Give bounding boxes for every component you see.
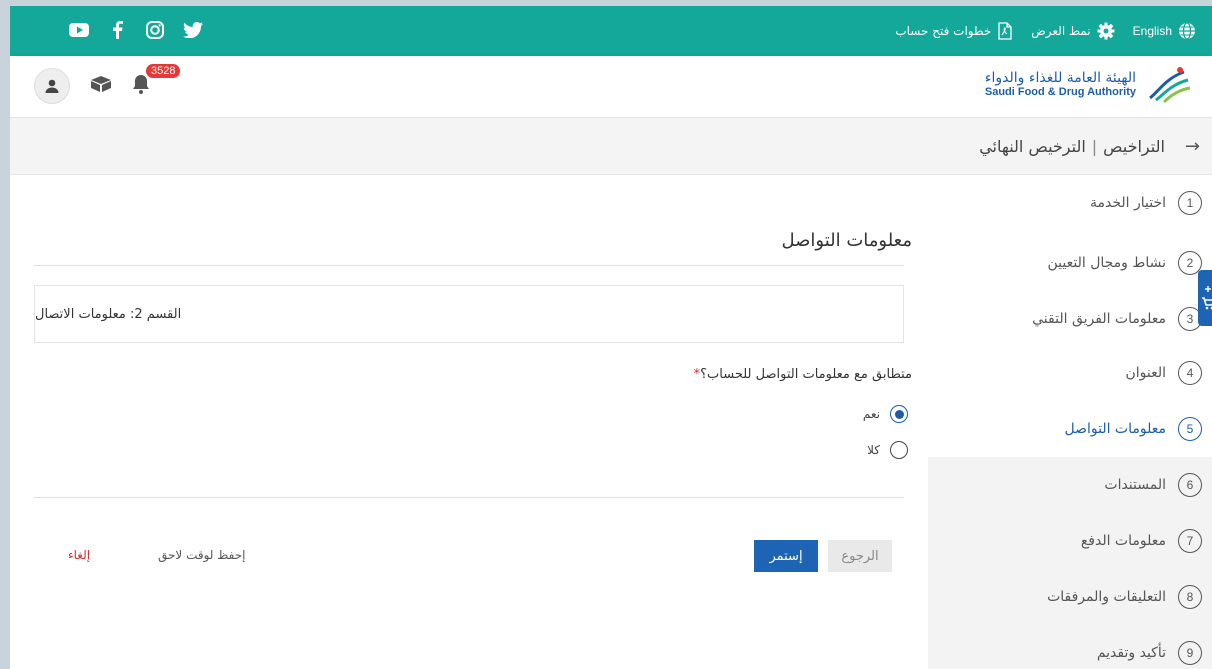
facebook-icon[interactable] — [106, 19, 128, 41]
sfda-logo[interactable]: الهيئة العامة للغذاء والدواء Saudi Food … — [985, 64, 1194, 104]
breadcrumb: → التراخيص | الترخيص النهائي — [979, 118, 1200, 175]
step-number: 1 — [1178, 191, 1202, 215]
step-label: اختيار الخدمة — [1089, 195, 1166, 211]
social-links — [68, 19, 204, 41]
step-number: 4 — [1178, 361, 1202, 385]
cart-floating-button[interactable] — [1198, 270, 1212, 326]
step-label: المستندات — [1104, 477, 1166, 493]
step-2[interactable]: 2 نشاط ومجال التعيين — [928, 235, 1212, 291]
step-label: معلومات الدفع — [1080, 533, 1166, 549]
gear-icon — [1097, 22, 1115, 40]
radio-yes-label: نعم — [862, 407, 880, 421]
bell-icon[interactable] — [132, 74, 150, 98]
logo-mark — [1149, 67, 1191, 104]
radio-no-label: كلا — [867, 443, 880, 457]
divider — [34, 497, 904, 498]
top-bar: English نمط العرض خطوات فتح حساب — [10, 6, 1212, 56]
radio-no[interactable]: كلا — [867, 441, 908, 459]
language-label: English — [1132, 24, 1172, 38]
step-label: نشاط ومجال التعيين — [1047, 255, 1166, 271]
radio-no-circle[interactable] — [890, 441, 908, 459]
pdf-icon — [998, 22, 1012, 40]
step-8[interactable]: 8 التعليقات والمرفقات — [928, 569, 1212, 625]
step-1[interactable]: 1 اختيار الخدمة — [928, 175, 1212, 231]
logo-arabic: الهيئة العامة للغذاء والدواء — [984, 70, 1136, 86]
header-icons: 3528 — [34, 64, 181, 104]
step-4[interactable]: 4 العنوان — [928, 345, 1212, 401]
account-steps-label: خطوات فتح حساب — [895, 24, 992, 38]
step-label: التعليقات والمرفقات — [1047, 589, 1166, 605]
user-avatar[interactable] — [34, 68, 70, 104]
top-links: English نمط العرض خطوات فتح حساب — [895, 6, 1196, 56]
section-header: القسم 2: معلومات الاتصال — [34, 285, 904, 343]
twitter-icon[interactable] — [182, 19, 204, 41]
user-icon — [45, 79, 59, 93]
radio-yes[interactable]: نعم — [863, 405, 908, 423]
account-steps-link[interactable]: خطوات فتح حساب — [895, 22, 1013, 40]
step-label: معلومات التواصل — [1064, 421, 1166, 437]
step-3[interactable]: 3 معلومات الفريق التقني — [928, 291, 1212, 347]
cart-icon — [1202, 286, 1212, 310]
question-text: متطابق مع معلومات التواصل للحساب؟ — [700, 367, 912, 382]
page-frame: English نمط العرض خطوات فتح حساب 3528 ال… — [10, 6, 1212, 669]
step-label: معلومات الفريق التقني — [1032, 311, 1166, 327]
continue-button[interactable]: إستمر — [754, 540, 818, 572]
page-title: معلومات التواصل — [781, 230, 912, 251]
back-button[interactable]: الرجوع — [828, 540, 892, 572]
radio-yes-circle[interactable] — [890, 405, 908, 423]
breadcrumb-current: الترخيص النهائي — [979, 137, 1086, 156]
logo-english: Saudi Food & Drug Authority — [984, 86, 1136, 98]
box-icon[interactable] — [90, 75, 112, 97]
display-mode-label: نمط العرض — [1031, 24, 1091, 38]
site-header: 3528 الهيئة العامة للغذاء والدواء Saudi … — [10, 56, 1212, 118]
step-9[interactable]: 9 تأكيد وتقديم — [928, 625, 1212, 669]
step-number: 8 — [1178, 585, 1202, 609]
breadcrumb-root[interactable]: التراخيص — [1103, 137, 1165, 156]
step-number: 6 — [1178, 473, 1202, 497]
back-arrow-icon[interactable]: → — [1185, 136, 1200, 157]
step-5[interactable]: 5 معلومات التواصل — [928, 401, 1212, 457]
divider — [34, 265, 904, 266]
step-label: تأكيد وتقديم — [1096, 645, 1166, 661]
step-7[interactable]: 7 معلومات الدفع — [928, 513, 1212, 569]
save-later-link[interactable]: إحفظ لوقت لاحق — [158, 548, 246, 562]
instagram-icon[interactable] — [144, 19, 166, 41]
step-number: 9 — [1178, 641, 1202, 665]
step-6[interactable]: 6 المستندات — [928, 457, 1212, 513]
section-label: القسم 2: معلومات الاتصال — [35, 306, 182, 322]
breadcrumb-separator: | — [1091, 137, 1098, 156]
youtube-icon[interactable] — [68, 19, 90, 41]
step-number: 7 — [1178, 529, 1202, 553]
globe-icon — [1179, 22, 1195, 40]
main-content: معلومات التواصل القسم 2: معلومات الاتصال… — [10, 175, 928, 669]
cancel-link[interactable]: إلغاء — [68, 548, 90, 562]
steps-sidebar: 1 اختيار الخدمة 2 نشاط ومجال التعيين 3 معلو… — [928, 175, 1212, 669]
question-label: متطابق مع معلومات التواصل للحساب؟* — [694, 367, 912, 382]
display-mode-toggle[interactable]: نمط العرض — [1031, 22, 1115, 40]
notification-badge: 3528 — [146, 64, 181, 78]
step-label: العنوان — [1125, 365, 1166, 381]
logo-text: الهيئة العامة للغذاء والدواء Saudi Food … — [985, 70, 1136, 98]
step-number: 5 — [1178, 417, 1202, 441]
breadcrumb-bar: → التراخيص | الترخيص النهائي — [10, 118, 1212, 175]
language-switch[interactable]: English — [1133, 22, 1196, 40]
